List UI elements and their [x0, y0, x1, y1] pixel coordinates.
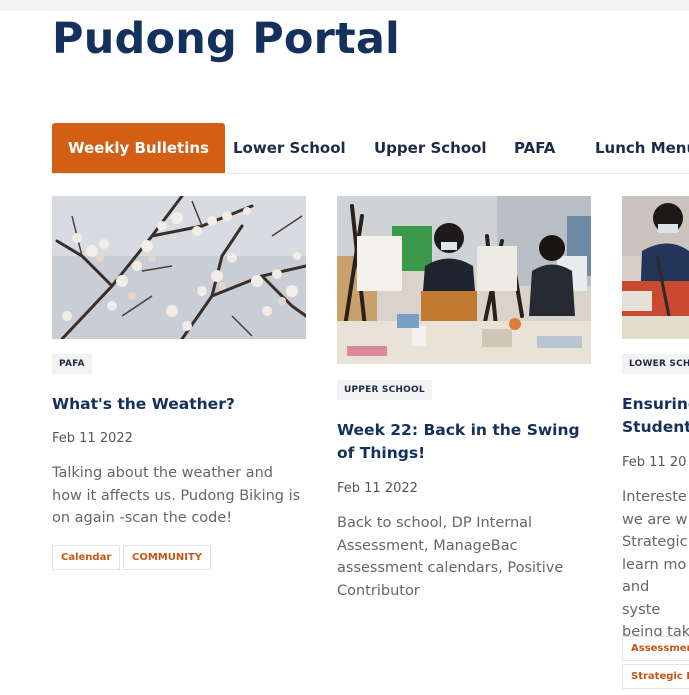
tab-weekly-bulletins[interactable]: Weekly Bulletins	[52, 123, 225, 174]
card-title[interactable]: Ensuring Student-	[622, 393, 689, 439]
card-description: Back to school, DP Internal Assessment, …	[337, 515, 564, 599]
bulletin-card-weather[interactable]: PAFA What's the Weather? Feb 11 2022 Tal…	[52, 196, 306, 596]
tab-lower-school[interactable]: Lower School	[233, 123, 346, 174]
tab-pafa[interactable]: PAFA	[514, 123, 555, 174]
card-image-art-class[interactable]	[337, 196, 591, 364]
card-image-blossoms[interactable]	[52, 196, 306, 339]
card-title[interactable]: What's the Weather?	[52, 393, 306, 416]
card-date: Feb 11 2022	[52, 431, 133, 446]
card-image-student-painting[interactable]	[622, 196, 689, 339]
tab-bar-underline	[52, 173, 689, 174]
tab-upper-school[interactable]: Upper School	[374, 123, 487, 174]
tag-pill-strategic[interactable]: Strategic P	[622, 664, 689, 689]
bulletin-card-week-22[interactable]: UPPER SCHOOL Week 22: Back in the Swing …	[337, 196, 591, 616]
card-description: Talking about the weather and how it aff…	[52, 465, 301, 526]
card-date: Feb 11 20	[622, 455, 687, 470]
category-tag[interactable]: LOWER SCHO	[622, 354, 689, 374]
bulletin-card-ensuring-student[interactable]: LOWER SCHO Ensuring Student- Feb 11 20 I…	[622, 196, 689, 695]
card-date: Feb 11 2022	[337, 481, 418, 496]
tab-lunch-menu[interactable]: Lunch Menu	[595, 123, 689, 174]
top-divider	[0, 0, 689, 10]
tag-pill-calendar[interactable]: Calendar	[52, 545, 121, 570]
card-title[interactable]: Week 22: Back in the Swing of Things!	[337, 419, 591, 465]
card-description: Intereste we are w Strategic learn mo an…	[622, 489, 689, 640]
tab-bar: Weekly Bulletins Lower School Upper Scho…	[52, 123, 689, 174]
category-tag[interactable]: UPPER SCHOOL	[337, 380, 432, 400]
tag-pill-community[interactable]: COMMUNITY	[123, 545, 212, 570]
page-title: Pudong Portal	[52, 14, 400, 64]
tag-pill-assessment[interactable]: Assessmen	[622, 636, 689, 661]
category-tag[interactable]: PAFA	[52, 354, 92, 374]
